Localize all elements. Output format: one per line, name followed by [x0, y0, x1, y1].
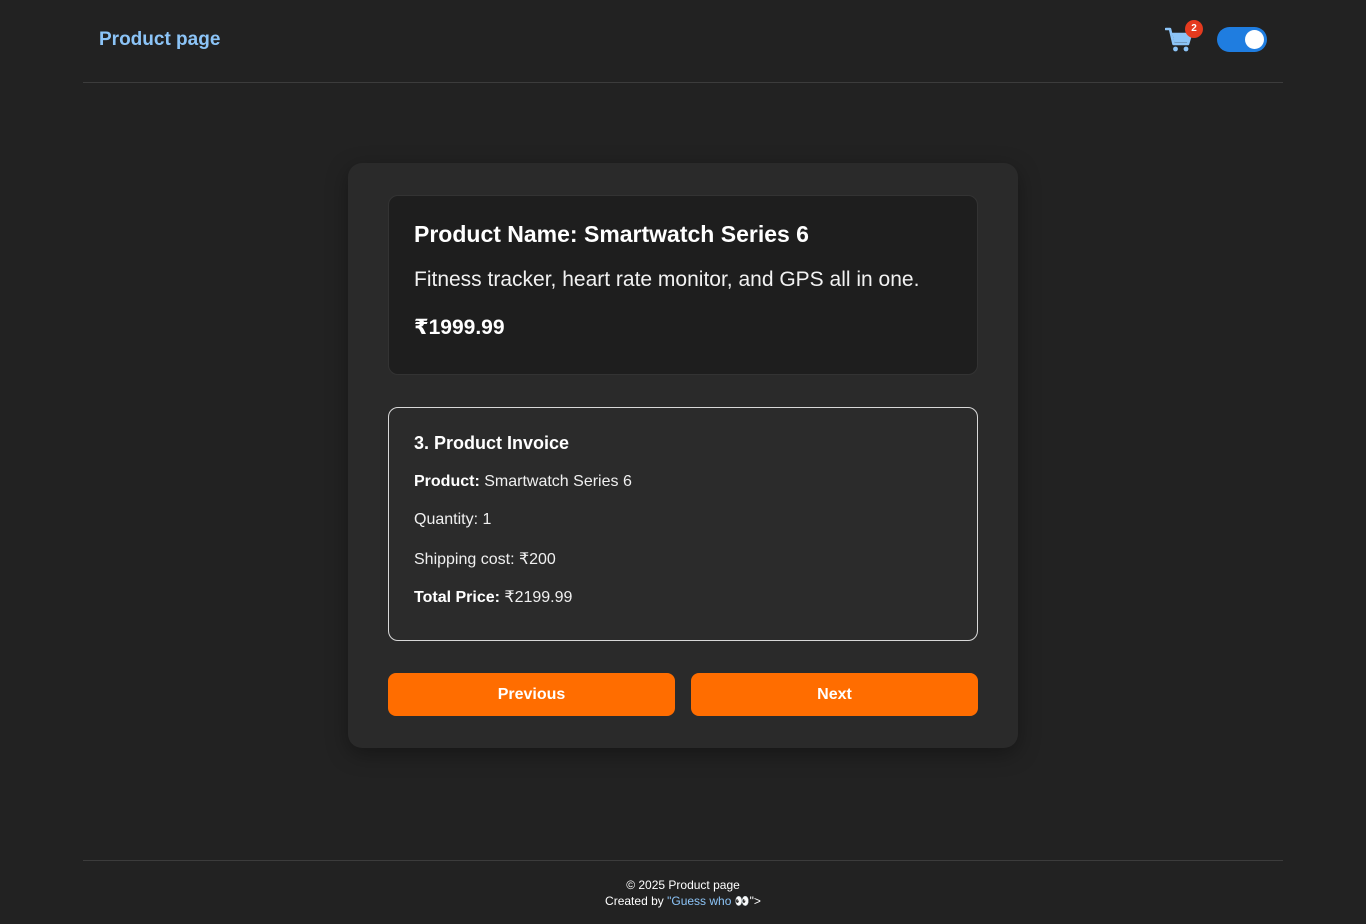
invoice-total-label: Total Price: [414, 589, 500, 606]
next-button[interactable]: Next [691, 673, 978, 716]
checkout-panel: Product Name: Smartwatch Series 6 Fitnes… [348, 163, 1018, 748]
product-description: Fitness tracker, heart rate monitor, and… [414, 268, 920, 291]
invoice-quantity: Quantity: 1 [414, 511, 492, 528]
credit-link[interactable]: "Guess who 👀 [667, 894, 750, 908]
credit-suffix: "> [749, 894, 761, 908]
invoice-total: Total Price: ₹2199.99 [414, 587, 572, 607]
previous-button[interactable]: Previous [388, 673, 675, 716]
footer-credit: Created by "Guess who 👀"> [83, 894, 1283, 908]
footer-copyright: © 2025 Product page [626, 878, 740, 892]
product-name: Product Name: Smartwatch Series 6 [414, 221, 809, 247]
credit-prefix: Created by [605, 894, 668, 908]
invoice-product-value: Smartwatch Series 6 [479, 473, 632, 490]
cart-button[interactable]: 2 [1163, 20, 1203, 56]
invoice-total-value: ₹2199.99 [499, 589, 573, 606]
product-card: Product Name: Smartwatch Series 6 Fitnes… [388, 195, 978, 375]
invoice-shipping: Shipping cost: ₹200 [414, 551, 556, 568]
toggle-knob [1245, 30, 1264, 49]
header: Product page 2 [83, 0, 1283, 83]
product-price: ₹1999.99 [414, 316, 505, 339]
footer: © 2025 Product page Created by "Guess wh… [83, 860, 1283, 924]
cart-count-badge: 2 [1185, 20, 1203, 38]
invoice-card: 3. Product Invoice Product: Smartwatch S… [388, 407, 978, 641]
invoice-product: Product: Smartwatch Series 6 [414, 473, 632, 491]
invoice-product-label: Product: [414, 473, 480, 490]
brand-link[interactable]: Product page [99, 29, 220, 51]
theme-toggle[interactable] [1217, 27, 1267, 52]
invoice-title: 3. Product Invoice [414, 433, 570, 453]
